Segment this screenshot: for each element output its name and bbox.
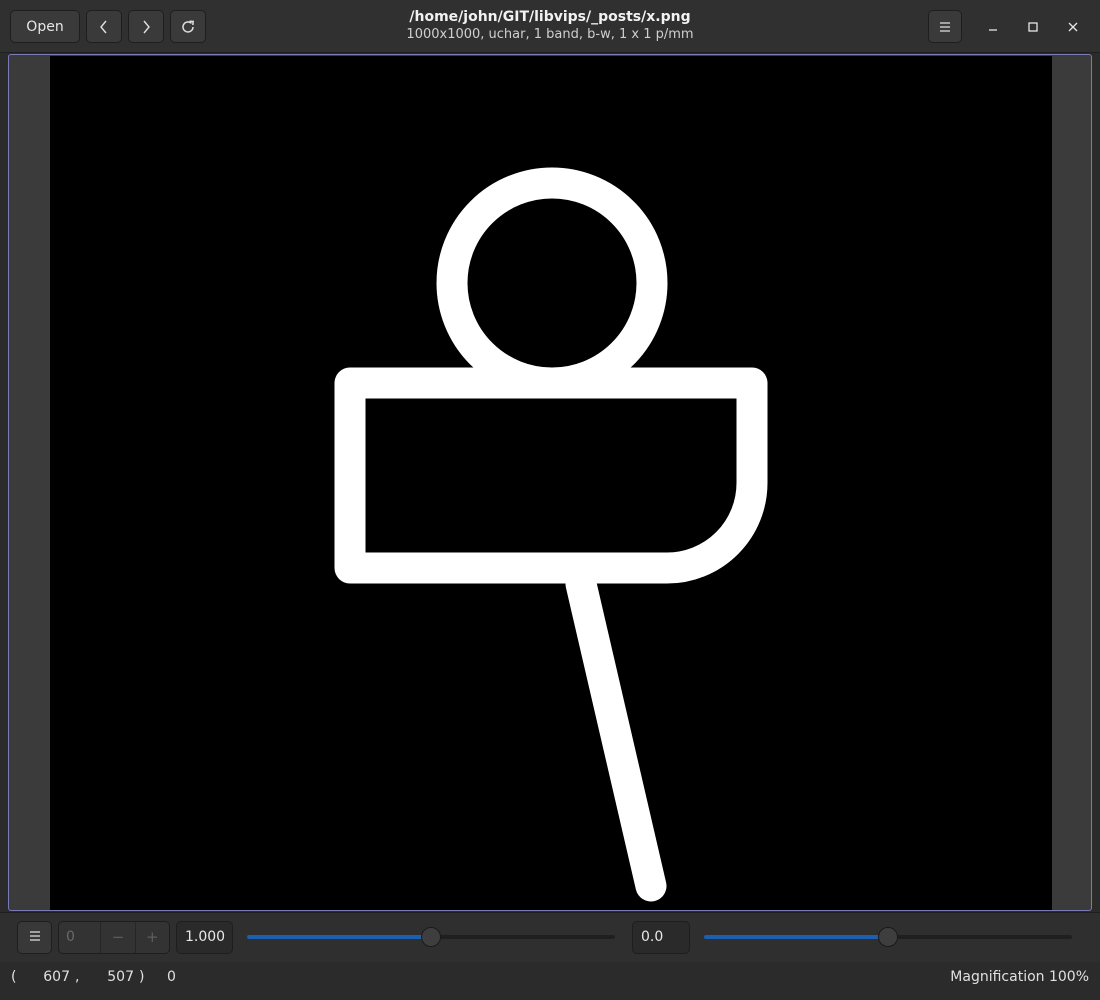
maximize-button[interactable] [1020,14,1046,40]
main-menu-button[interactable] [928,10,962,43]
scale-slider[interactable] [247,924,615,950]
forward-icon [139,19,153,35]
minimize-icon [987,18,999,37]
status-bar: ( 607 , 507 ) 0 Magnification 100% [0,962,1100,1000]
offset-slider[interactable] [704,924,1072,950]
page-number-field[interactable]: 0 [59,922,100,953]
image-info-subtitle: 1000x1000, uchar, 1 band, b-w, 1 x 1 p/m… [406,27,694,42]
loaded-image [50,56,1052,910]
reload-icon [180,19,196,35]
image-display [50,56,1052,910]
cursor-y-coordinate: 507 [107,969,134,985]
maximize-icon [1027,18,1039,37]
file-path-title: /home/john/GIT/libvips/_posts/x.png [409,9,691,25]
minimize-button[interactable] [980,14,1006,40]
hamburger-menu-icon [938,21,952,33]
close-icon [1067,18,1079,37]
next-image-button[interactable] [128,10,164,43]
coord-paren-close: ) [139,969,145,985]
image-viewport[interactable] [8,54,1092,911]
slider-fill [247,935,431,939]
reload-button[interactable] [170,10,206,43]
close-button[interactable] [1060,14,1086,40]
cursor-x-coordinate: 607 [43,969,70,985]
page-increment-button[interactable]: + [134,922,169,953]
back-icon [97,19,111,35]
magnification-label: Magnification 100% [950,969,1089,985]
open-button[interactable]: Open [10,10,80,43]
scale-entry[interactable]: 1.000 [176,921,233,954]
properties-toggle-button[interactable] [17,921,52,954]
pixel-value: 0 [167,969,176,985]
offset-entry[interactable]: 0.0 [632,921,690,954]
slider-handle[interactable] [878,927,898,947]
slider-fill [704,935,888,939]
header-bar: Open /home/john/GIT/libvips/_posts/x.png… [0,0,1100,53]
slider-handle[interactable] [421,927,441,947]
page-spin-button[interactable]: 0 − + [58,921,170,954]
coord-comma: , [75,969,80,985]
list-icon [28,930,42,945]
coord-paren-open: ( [11,969,17,985]
previous-image-button[interactable] [86,10,122,43]
window-title: /home/john/GIT/libvips/_posts/x.png 1000… [300,8,800,44]
page-decrement-button[interactable]: − [100,922,134,953]
